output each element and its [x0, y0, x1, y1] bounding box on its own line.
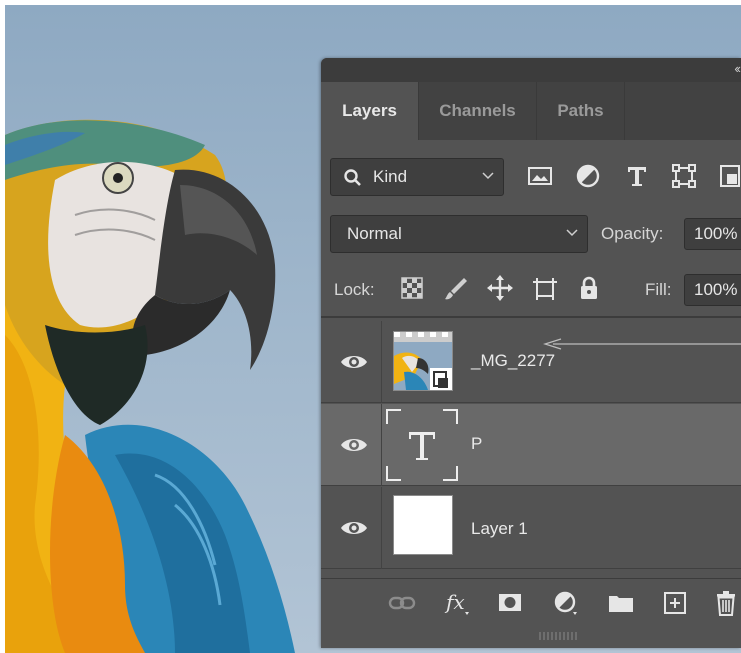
lock-artboard-icon[interactable]	[531, 274, 559, 302]
search-icon	[344, 169, 361, 186]
group-folder-icon[interactable]	[606, 588, 636, 618]
lock-image-pixels-icon[interactable]	[442, 274, 470, 302]
opacity-input[interactable]: 100%	[684, 218, 741, 250]
smart-object-filter-icon[interactable]	[717, 162, 741, 190]
arrow-annotation	[542, 338, 741, 350]
blend-mode-dropdown[interactable]: Normal	[330, 215, 588, 253]
layer-row-p[interactable]: P	[321, 404, 741, 486]
lock-label: Lock:	[334, 280, 375, 299]
add-mask-icon[interactable]	[495, 588, 525, 618]
lock-transparent-pixels-icon[interactable]	[398, 274, 426, 302]
opacity-label: Opacity:	[601, 224, 664, 243]
fill-label: Fill:	[645, 280, 672, 299]
layer-name[interactable]: P	[471, 434, 482, 454]
delete-layer-icon[interactable]	[711, 588, 741, 618]
adjustment-layer-icon[interactable]	[551, 588, 581, 618]
svg-text:fx: fx	[444, 590, 465, 614]
tab-paths[interactable]: Paths	[537, 82, 625, 140]
eye-visibility-icon[interactable]	[339, 517, 369, 539]
divider	[381, 321, 382, 403]
text-layer-icon[interactable]	[385, 408, 459, 482]
resize-grip[interactable]	[539, 632, 579, 640]
layers-panel: ‹‹ Layers Channels Paths Kind Normal Opa…	[321, 58, 741, 648]
collapse-panel-icon[interactable]: ‹‹	[734, 61, 741, 76]
layer-name[interactable]: _MG_2277	[471, 351, 555, 371]
image-filter-icon[interactable]	[526, 162, 554, 190]
type-filter-icon[interactable]	[623, 162, 651, 190]
shape-filter-icon[interactable]	[670, 162, 698, 190]
divider	[381, 487, 382, 569]
lock-all-icon[interactable]	[575, 274, 603, 302]
layer-row-layer-1[interactable]: Layer 1	[321, 487, 741, 569]
layer-row-mg-2277[interactable]: _MG_2277	[321, 321, 741, 403]
lock-position-icon[interactable]	[486, 274, 514, 302]
smart-object-thumbnail-image	[394, 332, 452, 390]
divider	[321, 316, 741, 318]
chevron-down-icon	[482, 172, 494, 180]
fill-input[interactable]: 100%	[684, 274, 741, 306]
blend-mode-value: Normal	[347, 224, 402, 243]
tab-layers[interactable]: Layers	[321, 82, 419, 140]
kind-filter-label: Kind	[373, 167, 408, 186]
chevron-down-icon	[566, 229, 578, 237]
kind-filter-dropdown[interactable]: Kind	[330, 158, 504, 196]
layer-thumbnail[interactable]	[393, 331, 453, 391]
panel-header-bar: ‹‹	[321, 58, 741, 82]
eye-visibility-icon[interactable]	[339, 351, 369, 373]
fx-icon[interactable]: fx	[443, 588, 473, 618]
tab-channels[interactable]: Channels	[419, 82, 537, 140]
new-layer-icon[interactable]	[660, 588, 690, 618]
adjustment-filter-icon[interactable]	[574, 162, 602, 190]
layer-thumbnail[interactable]	[393, 495, 453, 555]
eye-visibility-icon[interactable]	[339, 434, 369, 456]
layer-name[interactable]: Layer 1	[471, 519, 528, 539]
panel-tabs: Layers Channels Paths	[321, 82, 741, 140]
divider	[381, 404, 382, 486]
link-layers-icon[interactable]	[387, 588, 417, 618]
